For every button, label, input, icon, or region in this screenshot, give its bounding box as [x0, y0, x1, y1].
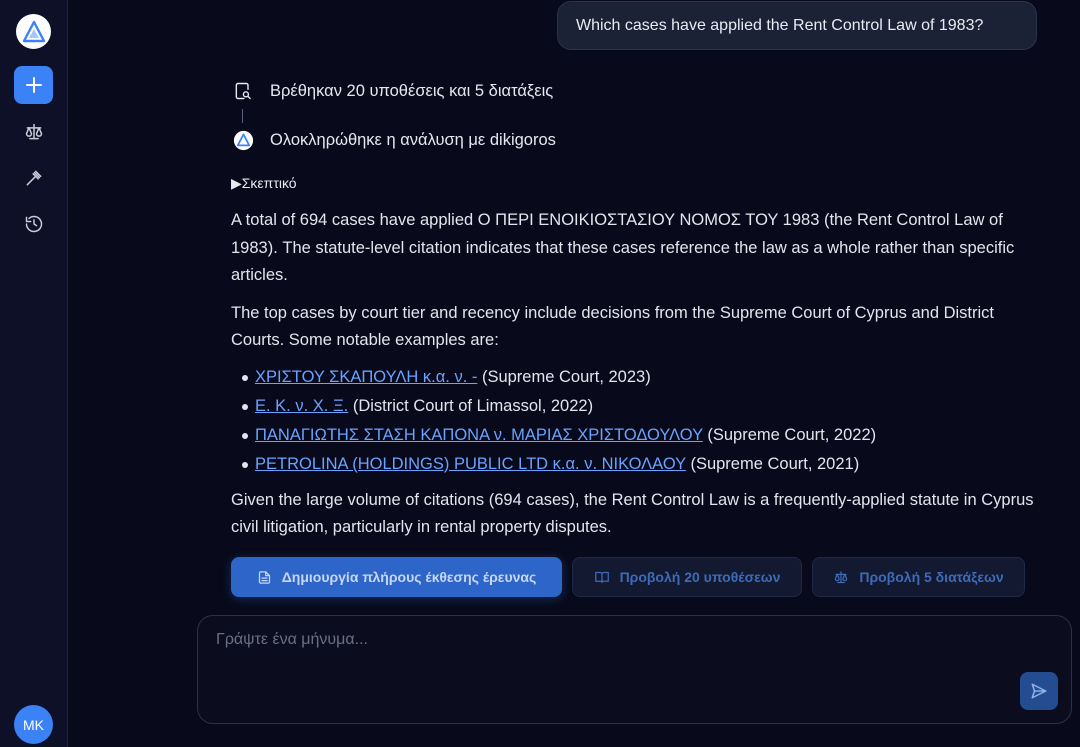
answer-paragraph: Given the large volume of citations (694… — [231, 490, 1034, 537]
caret-right-icon: ▶ — [231, 175, 242, 191]
list-item: ΠΑΝΑΓΙΩΤΗΣ ΣΤΑΣΗ ΚΑΠΟΝΑ ν. ΜΑΡΙΑΣ ΧΡΙΣΤΟ… — [231, 421, 1046, 450]
case-list: ΧΡΙΣΤΟΥ ΣΚΑΠΟΥΛΗ κ.α. ν. - (Supreme Cour… — [231, 363, 1046, 479]
sidebar-item-history[interactable] — [20, 210, 48, 238]
new-chat-button[interactable] — [14, 66, 53, 104]
user-message-text: Which cases have applied the Rent Contro… — [576, 16, 984, 34]
document-icon — [257, 570, 272, 585]
step-analysis-complete: Ολοκληρώθηκε η ανάλυση με dikigoros — [232, 129, 556, 151]
sidebar-item-provisions[interactable] — [20, 118, 48, 146]
message-composer — [197, 615, 1072, 724]
history-icon — [25, 215, 43, 233]
list-item: Ε. Κ. ν. Χ. Ξ. (District Court of Limass… — [231, 392, 1046, 421]
gavel-icon — [26, 170, 42, 186]
button-label: Προβολή 20 υποθέσεων — [619, 569, 781, 585]
case-detail: (Supreme Court, 2021) — [685, 454, 860, 473]
plus-icon — [25, 77, 42, 93]
scales-icon — [25, 123, 43, 140]
view-provisions-button[interactable]: Προβολή 5 διατάξεων — [812, 557, 1025, 597]
case-detail: (District Court of Limassol, 2022) — [348, 396, 594, 415]
thinking-label: Σκεπτικό — [241, 175, 297, 191]
message-input[interactable] — [198, 616, 1071, 723]
step-search-results: Βρέθηκαν 20 υποθέσεις και 5 διατάξεις — [232, 80, 553, 102]
case-link[interactable]: PETROLINA (HOLDINGS) PUBLIC LTD κ.α. ν. … — [255, 455, 686, 473]
sidebar-item-cases[interactable] — [20, 164, 48, 192]
triangle-logo-icon[interactable] — [16, 14, 51, 49]
answer-paragraph: The top cases by court tier and recency … — [231, 303, 995, 350]
step-connector — [242, 109, 243, 123]
step-text: Ολοκληρώθηκε η ανάλυση με dikigoros — [270, 130, 556, 149]
step-text: Βρέθηκαν 20 υποθέσεις και 5 διατάξεις — [270, 81, 554, 100]
case-detail: (Supreme Court, 2022) — [702, 425, 877, 444]
triangle-logo-icon — [232, 129, 254, 151]
case-link[interactable]: ΧΡΙΣΤΟΥ ΣΚΑΠΟΥΛΗ κ.α. ν. - — [255, 368, 477, 386]
avatar[interactable]: MK — [14, 705, 53, 744]
view-cases-button[interactable]: Προβολή 20 υποθέσεων — [572, 557, 802, 597]
list-item: PETROLINA (HOLDINGS) PUBLIC LTD κ.α. ν. … — [231, 450, 1046, 479]
scales-icon — [833, 570, 849, 585]
answer-paragraph: A total of 694 cases have applied Ο ΠΕΡΙ… — [231, 211, 1015, 284]
send-icon — [1031, 683, 1047, 699]
case-detail: (Supreme Court, 2023) — [477, 367, 651, 386]
document-search-icon — [232, 80, 254, 102]
generate-report-button[interactable]: Δημιουργία πλήρους έκθεσης έρευνας — [231, 557, 562, 597]
list-item: ΧΡΙΣΤΟΥ ΣΚΑΠΟΥΛΗ κ.α. ν. - (Supreme Cour… — [231, 363, 1046, 392]
case-link[interactable]: Ε. Κ. ν. Χ. Ξ. — [255, 397, 348, 415]
book-open-icon — [594, 570, 610, 585]
user-message-bubble: Which cases have applied the Rent Contro… — [557, 1, 1037, 50]
button-label: Δημιουργία πλήρους έκθεσης έρευνας — [281, 569, 537, 585]
case-link[interactable]: ΠΑΝΑΓΙΩΤΗΣ ΣΤΑΣΗ ΚΑΠΟΝΑ ν. ΜΑΡΙΑΣ ΧΡΙΣΤΟ… — [255, 426, 703, 444]
sidebar: MK — [0, 0, 68, 747]
assistant-answer: A total of 694 cases have applied Ο ΠΕΡΙ… — [231, 207, 1046, 552]
button-label: Προβολή 5 διατάξεων — [859, 569, 1004, 585]
send-button[interactable] — [1020, 672, 1058, 710]
thinking-toggle[interactable]: ▶Σκεπτικό — [231, 175, 297, 192]
